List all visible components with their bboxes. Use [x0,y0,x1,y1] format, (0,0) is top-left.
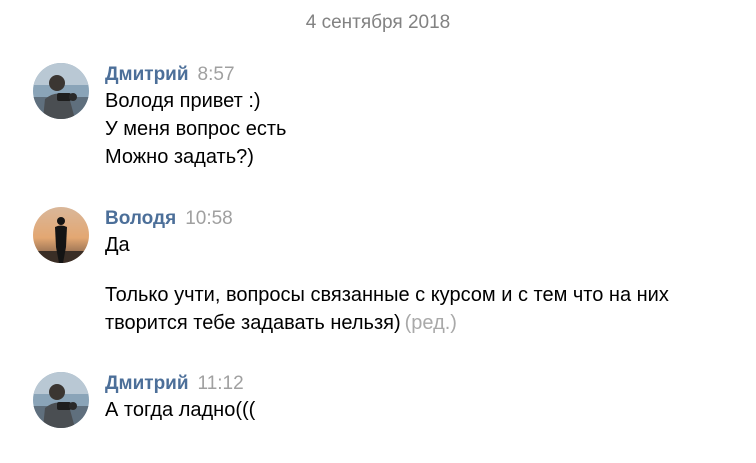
message-text: Володя привет :) [105,90,261,112]
message-text: А тогда ладно((( [105,399,256,421]
avatar-photo-icon [33,63,89,119]
avatar-volodya[interactable] [33,207,89,263]
avatar-silhouette-icon [33,207,89,263]
message-time[interactable]: 10:58 [185,208,233,229]
date-separator: 4 сентября 2018 [305,12,451,33]
message-text-part: творится тебе задавать нельзя) [105,312,401,334]
author-name[interactable]: Дмитрий [105,64,189,85]
edited-label[interactable]: (ред.) [405,312,457,334]
author-name[interactable]: Дмитрий [105,373,189,394]
message-text: У меня вопрос есть [105,118,287,140]
avatar-dmitry[interactable] [33,372,89,428]
author-name[interactable]: Володя [105,208,176,229]
message-text: творится тебе задавать нельзя) (ред.) [105,309,725,337]
message-time[interactable]: 8:57 [198,64,235,85]
message-text: Только учти, вопросы связанные с курсом … [105,284,669,306]
avatar-photo-icon [33,372,89,428]
message-text: Можно задать?) [105,146,254,168]
avatar-dmitry[interactable] [33,63,89,119]
message-time[interactable]: 11:12 [198,373,244,394]
message-text: Да [105,234,130,256]
